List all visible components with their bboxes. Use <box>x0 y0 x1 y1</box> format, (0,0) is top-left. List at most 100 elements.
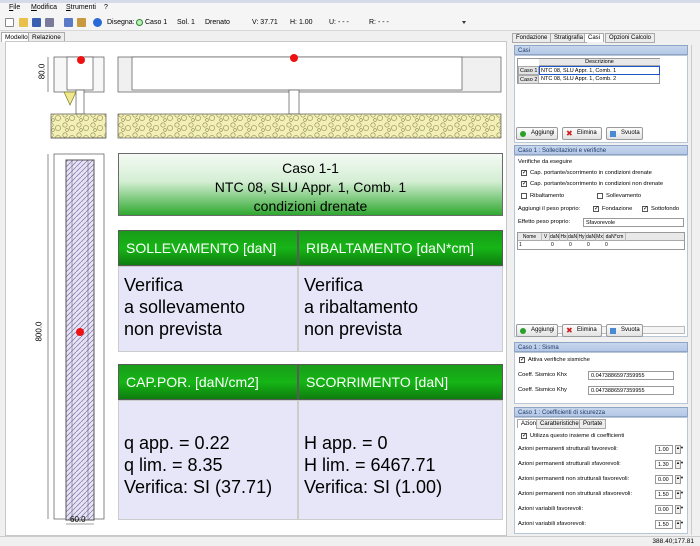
coords-readout: 388.40;177.81 <box>652 538 694 545</box>
vertical-scrollbar[interactable] <box>691 45 699 535</box>
check-fondazione-label: Fondazione <box>602 206 633 212</box>
new-file-icon[interactable] <box>5 18 14 27</box>
menu-help[interactable]: ? <box>104 4 108 11</box>
casi-row-2-id[interactable]: Caso 2 <box>518 75 539 84</box>
forze-col-header: Hy <box>578 233 586 241</box>
coeff-label: Azioni permanenti strutturali sfavorevol… <box>518 461 621 467</box>
copy-icon[interactable] <box>64 18 73 27</box>
tab-fondazione[interactable]: Fondazione <box>512 33 552 43</box>
check-drenate-label: Cap. portante/scorrimento in condizioni … <box>530 170 652 176</box>
casi-row-1-desc[interactable]: NTC 08, SLU Appr. 1, Comb. 1 <box>539 66 660 75</box>
print-icon[interactable] <box>45 18 54 27</box>
tab-casi[interactable]: Casi <box>584 33 605 42</box>
help-icon[interactable] <box>93 18 102 27</box>
check-ribaltamento[interactable] <box>521 193 527 199</box>
effetto-label: Effetto peso proprio: <box>518 219 571 225</box>
sollecitazioni-body: Verifiche da eseguire ✓ Cap. portante/sc… <box>514 155 688 337</box>
coeff-input[interactable]: 1.30 <box>655 460 673 469</box>
v-value: V: 37.71 <box>252 19 278 26</box>
casi-table: Descrizione Caso 1 NTC 08, SLU Appr. 1, … <box>517 58 660 84</box>
paste-icon[interactable] <box>77 18 86 27</box>
h-value: H: 1.00 <box>290 19 313 26</box>
coeff-input[interactable]: 1.00 <box>655 445 673 454</box>
coeff-label: Azioni permanenti strutturali favorevoli… <box>518 446 618 452</box>
forze-cell[interactable]: 0 <box>604 241 626 249</box>
casi-elimina-label: Elimina <box>577 130 597 136</box>
check-sollevamento[interactable] <box>597 193 603 199</box>
soll-elimina-label: Elimina <box>577 327 597 333</box>
drawing-canvas[interactable]: 80.0 800.0 60.0 Caso 1-1 NTC 08, SLU App… <box>5 41 507 536</box>
tab-opzioni[interactable]: Opzioni Calcolo <box>605 33 656 43</box>
coeff-input[interactable]: 0.00 <box>655 475 673 484</box>
forze-table: Nome VdaN Hx daN Hy daN Mx daN*cm 10000 <box>517 232 685 250</box>
delete-icon: ✖ <box>566 326 573 335</box>
forze-cell[interactable]: 0 <box>586 241 596 249</box>
tab-portate[interactable]: Portate <box>579 419 607 429</box>
casi-row-2-desc[interactable]: NTC 08, SLU Appr. 1, Comb. 2 <box>539 75 660 84</box>
soll-aggiungi-button[interactable]: Aggiungi <box>516 324 558 337</box>
menu-modifica[interactable]: Modifica <box>31 4 57 11</box>
spinner-icon[interactable]: ▲▼ <box>675 445 684 454</box>
khy-input[interactable]: 0.0473886597359955 <box>588 386 674 395</box>
menu-file[interactable]: File <box>9 4 20 11</box>
spinner-icon[interactable]: ▲▼ <box>675 475 684 484</box>
forze-cell[interactable]: 0 <box>568 241 578 249</box>
chevron-down-icon[interactable] <box>462 21 466 24</box>
coeff-label: Azioni variabili favorevoli: <box>518 506 584 512</box>
check-utilizza[interactable]: ✓ <box>521 433 527 439</box>
check-drenate[interactable]: ✓ <box>521 170 527 176</box>
tab-caratteristiche[interactable]: Caratteristiche <box>536 419 583 429</box>
check-non-drenate[interactable]: ✓ <box>521 181 527 187</box>
check-sottofondo[interactable]: ✓ <box>642 206 648 212</box>
check-non-drenate-label: Cap. portante/scorrimento in condizioni … <box>530 181 664 187</box>
report-title-2: NTC 08, SLU Appr. 1, Comb. 1 <box>214 179 407 195</box>
menu-bar: File Modifica Strumenti ? <box>0 3 700 15</box>
section-small <box>47 56 107 139</box>
soll-svuota-button[interactable]: Svuota <box>606 324 643 337</box>
clear-icon <box>610 131 616 137</box>
check-sollevamento-label: Sollevamento <box>606 193 642 199</box>
header-sollevamento: SOLLEVAMENTO [daN] <box>118 230 298 266</box>
casi-elimina-button[interactable]: ✖ Elimina <box>562 127 602 140</box>
header-cap-por: CAP.POR. [daN/cm2] <box>118 364 298 400</box>
tab-stratigrafia[interactable]: Stratigrafia <box>550 33 588 43</box>
coeff-input[interactable]: 1.50 <box>655 520 673 529</box>
khx-input[interactable]: 0.0473886597359955 <box>588 371 674 380</box>
forze-cell[interactable]: 0 <box>550 241 560 249</box>
check-fondazione[interactable]: ✓ <box>593 206 599 212</box>
casi-svuota-button[interactable]: Svuota <box>606 127 643 140</box>
forze-col-header: Mx <box>596 233 604 241</box>
dim-top-label: 80.0 <box>37 63 47 80</box>
r-value: R: - - - <box>369 19 389 26</box>
coeff-header: Caso 1 : Coefficienti di sicurezza <box>514 407 688 417</box>
spinner-icon[interactable]: ▲▼ <box>675 490 684 499</box>
khx-label: Coeff. Sismico Khx <box>518 372 567 378</box>
menu-strumenti[interactable]: Strumenti <box>66 4 96 11</box>
report-title-3: condizioni drenate <box>253 198 368 214</box>
rib-line-2: a ribaltamento <box>304 297 419 317</box>
spinner-icon[interactable]: ▲▼ <box>675 505 684 514</box>
disegna-label: Disegna: <box>107 19 135 26</box>
soll-elimina-button[interactable]: ✖ Elimina <box>562 324 602 337</box>
save-icon[interactable] <box>32 18 41 27</box>
forze-cell[interactable]: 1 <box>518 241 542 249</box>
coeff-input[interactable]: 0.00 <box>655 505 673 514</box>
casi-aggiungi-button[interactable]: Aggiungi <box>516 127 558 140</box>
casi-row-1-id[interactable]: Caso 1 <box>518 66 539 75</box>
sollecitazioni-header: Caso 1 : Sollecitazioni e verifiche <box>514 145 688 155</box>
coeff-input[interactable]: 1.50 <box>655 490 673 499</box>
u-value: U: - - - <box>329 19 349 26</box>
spinner-icon[interactable]: ▲▼ <box>675 460 684 469</box>
open-folder-icon[interactable] <box>19 18 28 27</box>
soll-line-2: a sollevamento <box>124 297 246 317</box>
soll-aggiungi-label: Aggiungi <box>531 327 555 333</box>
cell-cap-por: q app. = 0.22 q lim. = 8.35 Verifica: SI… <box>118 400 298 520</box>
caso-radio-icon[interactable] <box>136 19 143 26</box>
effetto-select[interactable]: Sfavorevole <box>583 218 684 227</box>
check-sismiche[interactable]: ✓ <box>519 357 525 363</box>
drenato-label[interactable]: Drenato <box>205 19 230 26</box>
cap-line-3: Verifica: SI (37.71) <box>124 477 273 497</box>
caso-label[interactable]: Caso 1 <box>145 19 167 26</box>
spinner-icon[interactable]: ▲▼ <box>675 520 684 529</box>
sol-label[interactable]: Sol. 1 <box>177 19 195 26</box>
